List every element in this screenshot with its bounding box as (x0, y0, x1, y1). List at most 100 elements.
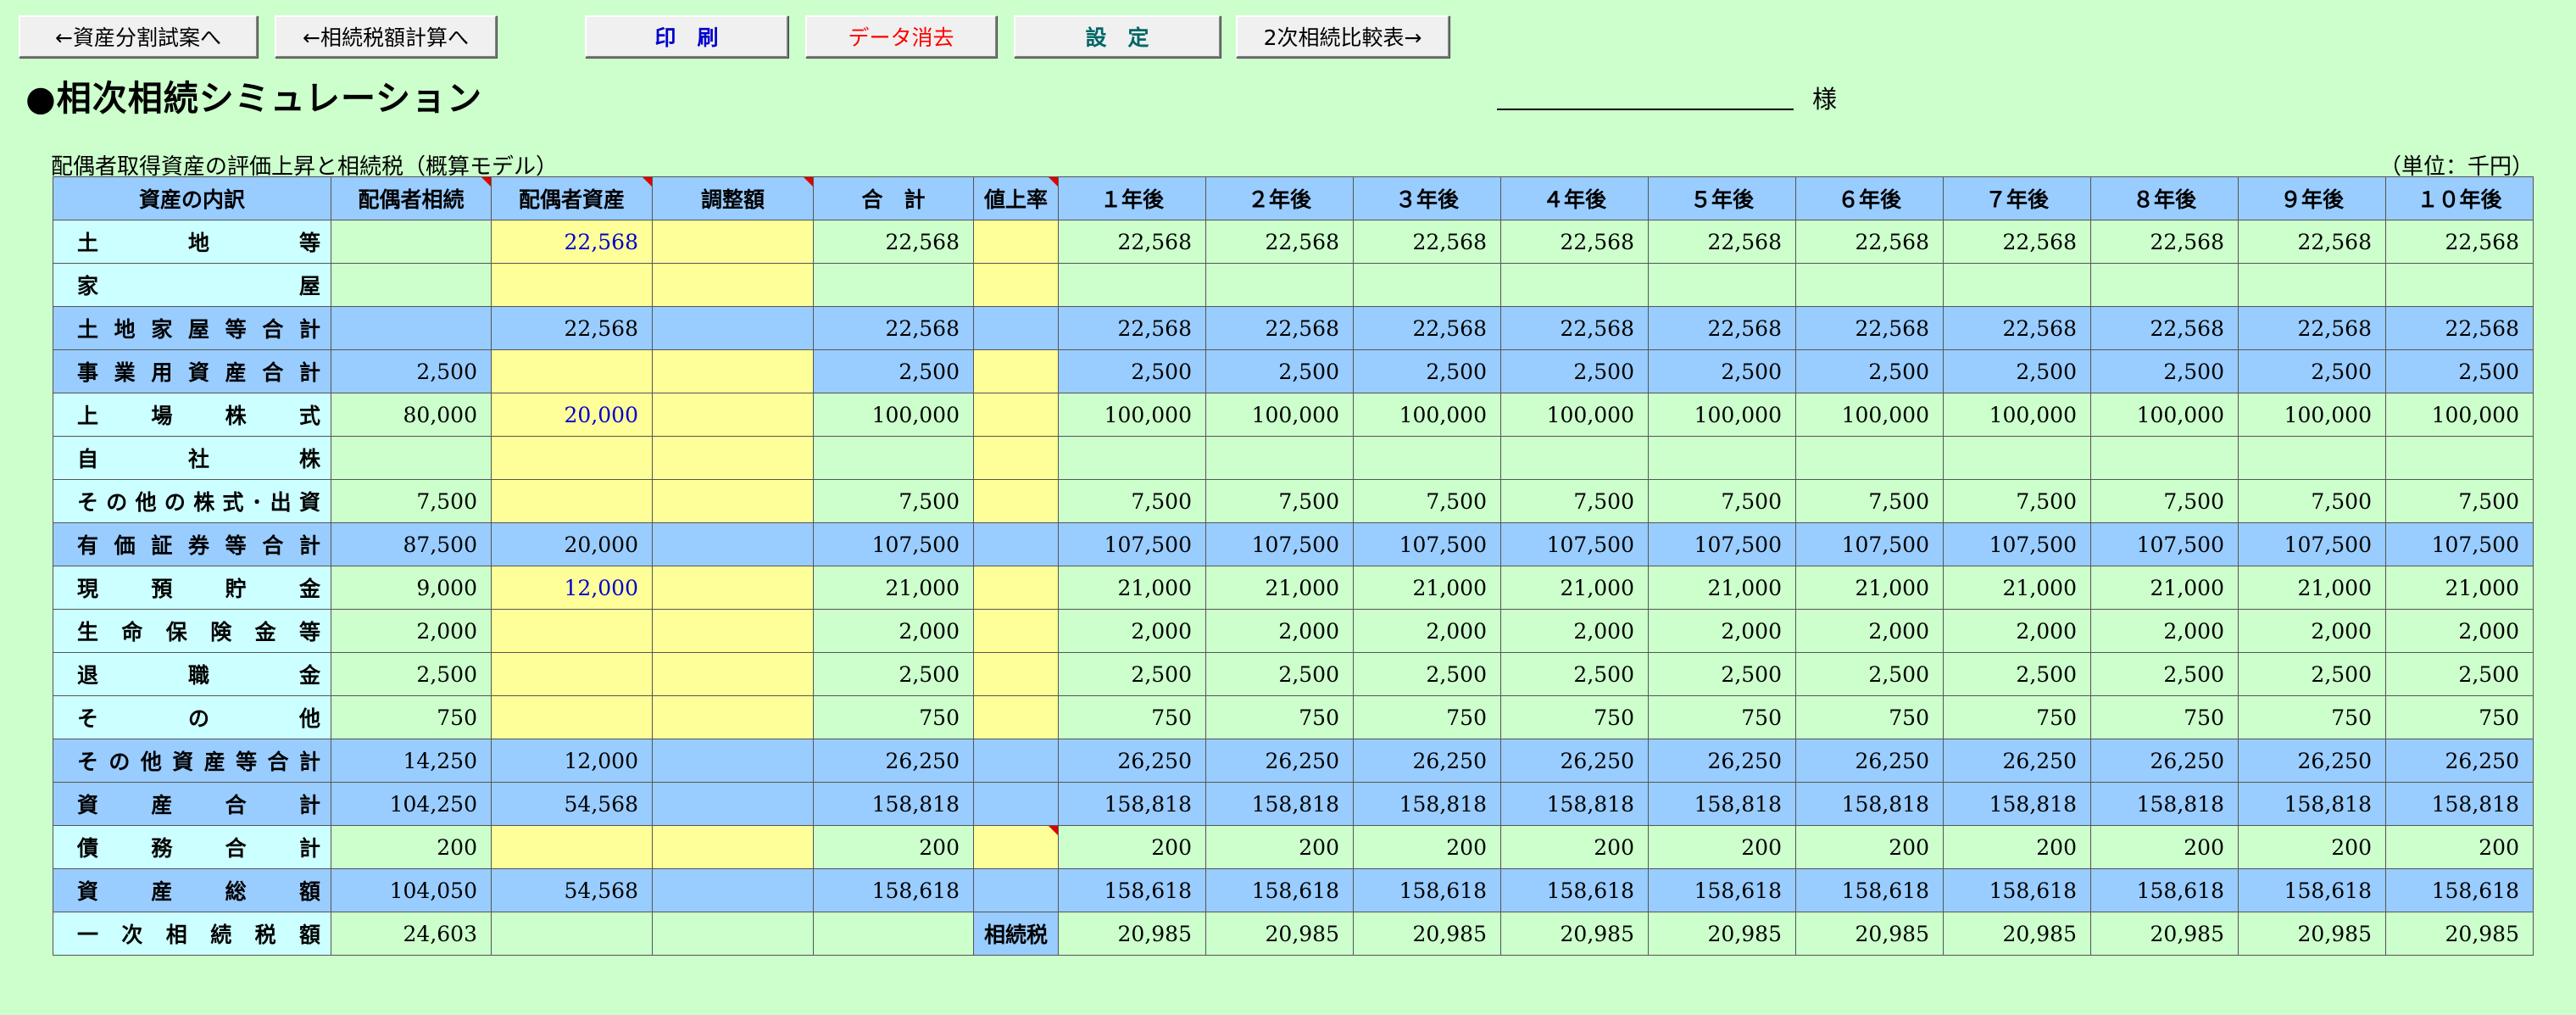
table-cell: 158,618 (2238, 868, 2386, 912)
table-cell: 158,818 (1500, 782, 1649, 826)
client-name-field[interactable] (1497, 109, 1794, 110)
table-row: 家屋 (53, 263, 2534, 307)
table-cell[interactable] (973, 695, 1059, 739)
table-cell (973, 306, 1059, 350)
table-cell[interactable] (491, 349, 653, 393)
table-cell[interactable] (491, 479, 653, 523)
row-label: 債務合計 (53, 825, 331, 869)
table-cell[interactable] (491, 825, 653, 869)
table-cell: 107,500 (1353, 522, 1501, 566)
table-cell[interactable] (652, 609, 814, 653)
table-cell: 22,568 (2238, 220, 2386, 264)
table-cell: 200 (1205, 825, 1354, 869)
table-cell[interactable] (973, 436, 1059, 480)
print-button[interactable]: 印 刷 (585, 15, 788, 58)
table-cell (973, 868, 1059, 912)
table-cell[interactable] (491, 436, 653, 480)
table-cell: 2,500 (1353, 652, 1501, 696)
table-cell[interactable] (973, 652, 1059, 696)
table-cell: 20,000 (491, 522, 653, 566)
table-cell: 21,000 (1353, 566, 1501, 610)
table-cell: 22,568 (2238, 306, 2386, 350)
table-cell: 相続税 (973, 912, 1059, 956)
table-cell[interactable] (652, 349, 814, 393)
table-row: 土地家屋等合計 22,568 22,568 22,568 22,568 22,568 22,… (53, 306, 2534, 350)
table-cell: 200 (1500, 825, 1649, 869)
table-cell: 200 (2238, 825, 2386, 869)
table-cell[interactable] (973, 609, 1059, 653)
row-label: 土地家屋等合計 (53, 306, 331, 350)
table-cell[interactable] (652, 436, 814, 480)
table-cell[interactable] (652, 825, 814, 869)
table-cell (652, 739, 814, 783)
table-cell: 2,000 (1205, 609, 1354, 653)
table-cell: 7,500 (1943, 479, 2091, 523)
table-cell[interactable]: 22,568 (491, 220, 653, 264)
table-cell: 22,568 (491, 306, 653, 350)
table-cell: 26,250 (2090, 739, 2239, 783)
table-cell: 2,500 (1500, 349, 1649, 393)
table-cell: 20,985 (2090, 912, 2239, 956)
table-cell: 2,500 (1648, 652, 1796, 696)
column-header: １年後 (1058, 176, 1206, 220)
table-cell (973, 522, 1059, 566)
table-cell (331, 220, 492, 264)
table-cell: 22,568 (2385, 220, 2534, 264)
table-cell: 750 (1648, 695, 1796, 739)
row-label: 自社株 (53, 436, 331, 480)
table-cell: 107,500 (1058, 522, 1206, 566)
table-cell[interactable] (652, 263, 814, 307)
second-inheritance-compare-button[interactable]: 2次相続比較表→ (1236, 15, 1449, 58)
settings-button[interactable]: 設 定 (1014, 15, 1221, 58)
table-cell[interactable] (652, 220, 814, 264)
table-cell[interactable] (652, 566, 814, 610)
table-cell[interactable] (973, 566, 1059, 610)
table-cell: 2,000 (2385, 609, 2534, 653)
table-cell[interactable]: 12,000 (491, 566, 653, 610)
table-cell: 750 (1795, 695, 1944, 739)
simulation-table: 資産の内訳 配偶者相続 配偶者資産 調整額 合 計値上率 １年後 ２年後 ３年後 ４年後 ５年後 ６… (53, 176, 2534, 956)
table-cell (331, 263, 492, 307)
table-cell[interactable] (491, 263, 653, 307)
table-cell: 22,568 (1943, 306, 2091, 350)
table-cell[interactable] (973, 263, 1059, 307)
table-cell[interactable]: 20,000 (491, 393, 653, 437)
clear-data-button[interactable]: データ消去 (805, 15, 997, 58)
table-cell: 7,500 (2385, 479, 2534, 523)
table-cell: 7,500 (2090, 479, 2239, 523)
table-cell: 2,500 (1205, 349, 1354, 393)
table-cell: 200 (2090, 825, 2239, 869)
column-header: 配偶者資産 (491, 176, 653, 220)
table-cell: 2,500 (813, 652, 974, 696)
table-cell: 21,000 (1943, 566, 2091, 610)
table-cell: 2,500 (1205, 652, 1354, 696)
table-cell[interactable] (491, 609, 653, 653)
table-cell[interactable] (973, 393, 1059, 437)
table-cell[interactable] (973, 825, 1059, 869)
table-cell (813, 912, 974, 956)
table-cell[interactable] (973, 479, 1059, 523)
table-cell[interactable] (652, 695, 814, 739)
table-cell[interactable] (652, 393, 814, 437)
table-cell: 158,818 (1205, 782, 1354, 826)
row-label: その他の株式･出資 (53, 479, 331, 523)
table-cell: 24,603 (331, 912, 492, 956)
comment-indicator-icon (1049, 177, 1058, 187)
table-row: 生命保険金等 2,000 2,000 2,000 2,000 2,000 2,000 2,00… (53, 609, 2534, 653)
table-cell[interactable] (491, 652, 653, 696)
table-cell[interactable] (652, 479, 814, 523)
table-cell[interactable] (973, 349, 1059, 393)
table-cell: 7,500 (813, 479, 974, 523)
tax-calc-button[interactable]: ←相続税額計算へ (275, 15, 497, 58)
column-header-label: 配偶者資産 (518, 187, 625, 212)
table-cell[interactable] (491, 695, 653, 739)
row-label: 資産合計 (53, 782, 331, 826)
table-cell (491, 912, 653, 956)
table-row: 資産合計 104,250 54,568 158,818 158,818 158,818 15… (53, 782, 2534, 826)
table-cell[interactable] (652, 652, 814, 696)
table-cell: 158,618 (1943, 868, 2091, 912)
table-cell: 2,000 (1648, 609, 1796, 653)
table-cell[interactable] (973, 220, 1059, 264)
table-cell: 107,500 (1943, 522, 2091, 566)
asset-split-button[interactable]: ←資産分割試案へ (19, 15, 258, 58)
